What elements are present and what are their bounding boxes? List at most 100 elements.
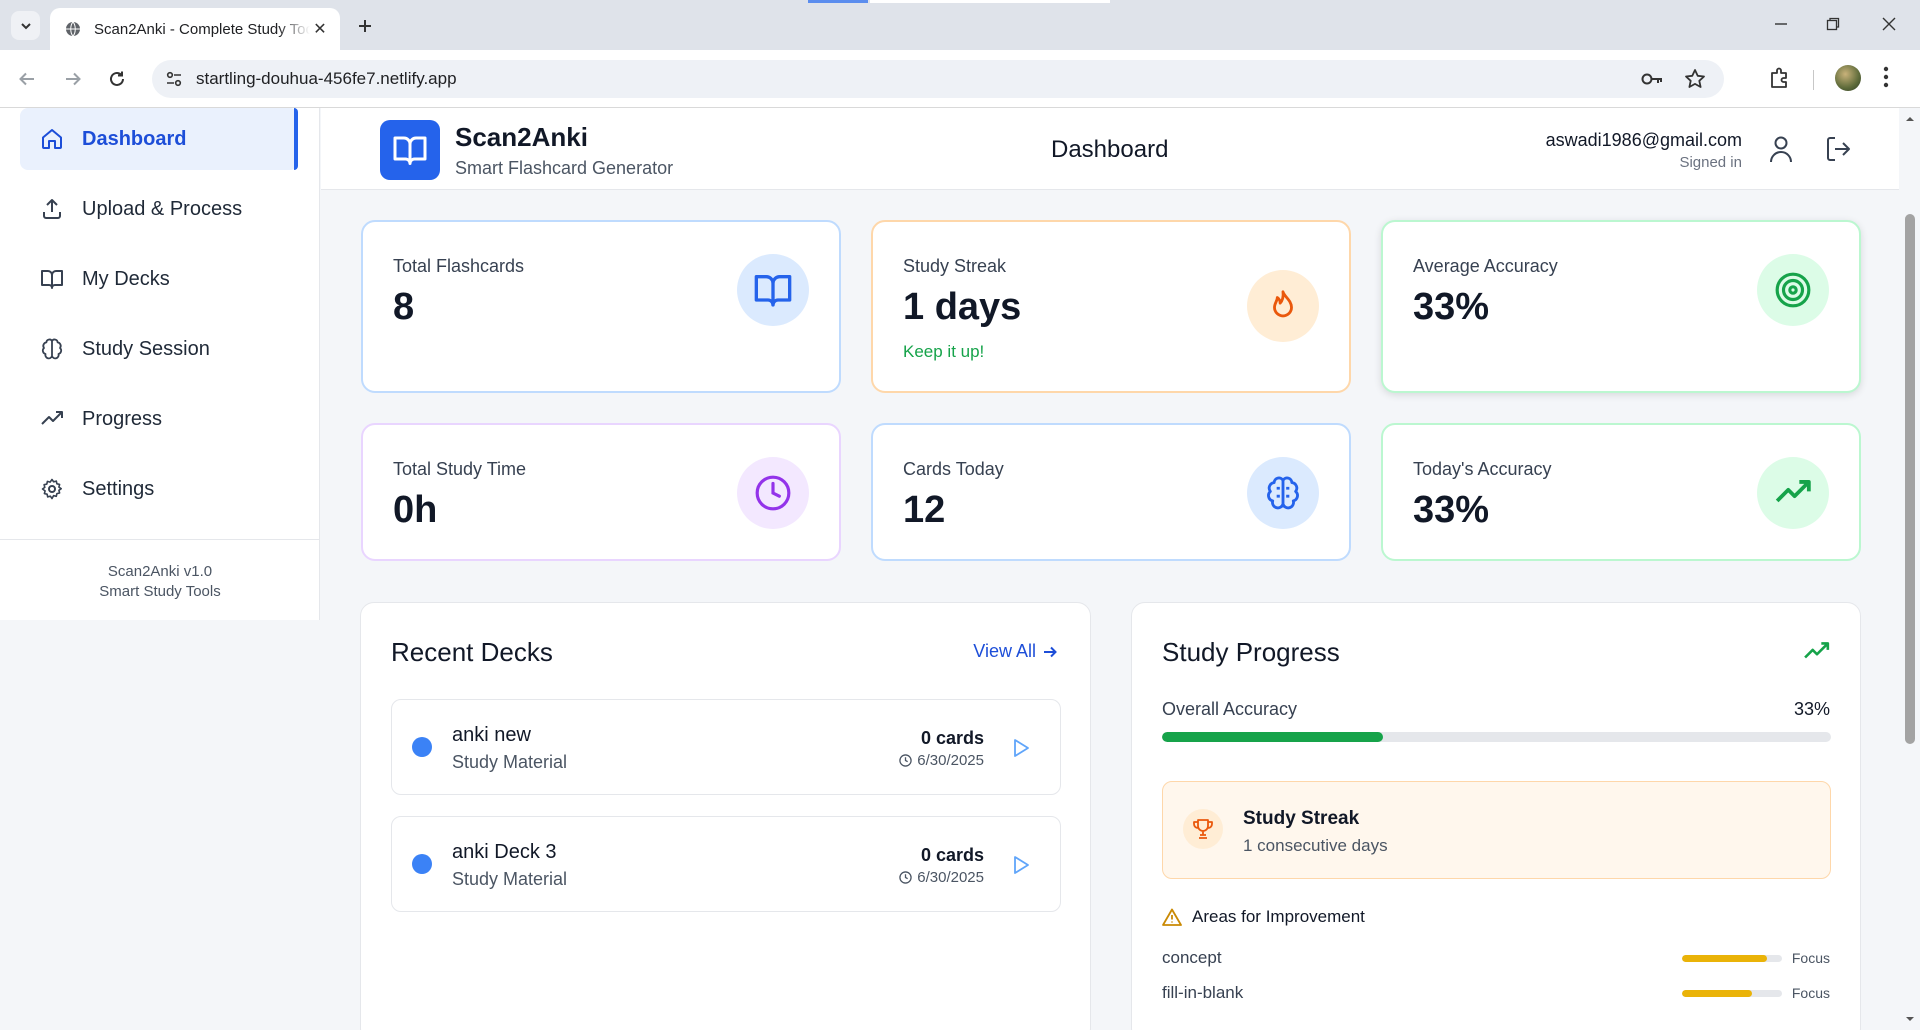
back-button[interactable] xyxy=(14,66,40,92)
stat-label: Study Streak xyxy=(903,256,1007,276)
page-scrollbar[interactable] xyxy=(1900,108,1920,1030)
deck-card-count: 0 cards xyxy=(920,845,984,865)
sidebar-item-dashboard[interactable]: Dashboard xyxy=(20,108,298,170)
stat-value: 12 xyxy=(903,489,946,531)
stat-value: 0h xyxy=(393,489,438,531)
stat-label: Total Study Time xyxy=(393,459,527,479)
profile-avatar[interactable] xyxy=(1835,65,1861,91)
sidebar-item-study-session[interactable]: Study Session xyxy=(20,318,298,380)
extensions-icon[interactable] xyxy=(1768,66,1792,90)
scrollbar-thumb[interactable] xyxy=(1905,214,1915,744)
stat-card-total-study-time: Total Study Time 0h xyxy=(361,423,841,561)
brand-subtitle: Smart Flashcard Generator xyxy=(455,158,674,178)
forward-button[interactable] xyxy=(60,66,86,92)
tab-close-icon[interactable]: ✕ xyxy=(310,19,330,39)
scroll-down-icon xyxy=(1906,1017,1914,1021)
password-key-icon[interactable] xyxy=(1640,68,1664,90)
plus-icon xyxy=(359,20,371,32)
user-profile-icon[interactable] xyxy=(1768,135,1794,163)
site-info-icon[interactable] xyxy=(162,67,186,91)
logout-icon[interactable] xyxy=(1824,135,1852,163)
restore-icon xyxy=(1826,17,1840,31)
brand-name: Scan2Anki xyxy=(455,122,588,152)
play-icon[interactable] xyxy=(1012,738,1030,758)
sidebar-item-label: Upload & Process xyxy=(82,197,243,220)
url-text[interactable]: startling-douhua-456fe7.netlify.app xyxy=(196,69,457,89)
reload-button[interactable] xyxy=(104,66,130,92)
new-tab-button[interactable] xyxy=(352,13,378,39)
stat-note: Keep it up! xyxy=(903,342,985,361)
overall-accuracy-value: 33% xyxy=(1793,699,1830,719)
arrow-right-icon xyxy=(66,72,81,86)
stat-label: Today's Accuracy xyxy=(1413,459,1552,479)
minimize-button[interactable] xyxy=(1767,12,1795,36)
clock-icon xyxy=(737,457,809,529)
play-icon[interactable] xyxy=(1012,855,1030,875)
tab-title: Scan2Anki - Complete Study Tools xyxy=(94,20,310,38)
tab-search-button[interactable] xyxy=(11,11,40,40)
view-all-link[interactable]: View All xyxy=(973,641,1058,662)
scroll-up-icon xyxy=(1906,117,1914,121)
page-title: Dashboard xyxy=(1051,136,1169,163)
toolbar-divider xyxy=(1813,70,1814,90)
browser-toolbar: startling-douhua-456fe7.netlify.app xyxy=(0,50,1920,108)
stat-card-average-accuracy: Average Accuracy 33% xyxy=(1381,220,1861,393)
sidebar-item-upload[interactable]: Upload & Process xyxy=(20,178,298,240)
close-window-button[interactable] xyxy=(1875,12,1903,36)
sidebar-item-my-decks[interactable]: My Decks xyxy=(20,248,298,310)
clock-icon xyxy=(899,754,912,767)
app-viewport: Dashboard Upload & Process My Decks Stud… xyxy=(0,108,1920,1030)
streak-box: Study Streak 1 consecutive days xyxy=(1162,781,1831,879)
stat-value: 1 days xyxy=(903,286,1022,328)
deck-name: anki new xyxy=(452,724,531,746)
sidebar-item-progress[interactable]: Progress xyxy=(20,388,298,450)
streak-text: 1 consecutive days xyxy=(1243,836,1388,855)
flame-icon xyxy=(1247,270,1319,342)
sidebar-item-label: Study Session xyxy=(82,337,210,360)
stat-value: 8 xyxy=(393,286,415,328)
area-name: fill-in-blank xyxy=(1162,983,1244,1002)
sidebar-footer: Scan2Anki v1.0 Smart Study Tools xyxy=(0,539,320,602)
stat-card-total-flashcards: Total Flashcards 8 xyxy=(361,220,841,393)
deck-row[interactable]: anki new Study Material 0 cards 6/30/202… xyxy=(391,699,1061,795)
gear-icon xyxy=(40,477,64,501)
brain-icon xyxy=(1247,457,1319,529)
deck-row[interactable]: anki Deck 3 Study Material 0 cards 6/30/… xyxy=(391,816,1061,912)
address-bar[interactable]: startling-douhua-456fe7.netlify.app xyxy=(152,60,1724,98)
deck-color-dot xyxy=(412,737,432,757)
brain-icon xyxy=(40,337,64,361)
app-version: Scan2Anki v1.0 xyxy=(107,563,213,580)
sidebar-item-label: Settings xyxy=(82,477,155,500)
stat-card-study-streak: Study Streak 1 days Keep it up! xyxy=(871,220,1351,393)
bookmark-star-icon[interactable] xyxy=(1684,68,1706,90)
deck-type: Study Material xyxy=(452,869,568,889)
book-open-icon xyxy=(737,254,809,326)
sidebar: Dashboard Upload & Process My Decks Stud… xyxy=(0,108,320,620)
area-bar-fill xyxy=(1682,955,1767,962)
areas-header: Areas for Improvement xyxy=(1162,907,1365,927)
overall-accuracy-fill xyxy=(1162,732,1383,742)
sidebar-item-settings[interactable]: Settings xyxy=(20,458,298,520)
stat-label: Average Accuracy xyxy=(1413,256,1558,276)
tab-strip-highlight xyxy=(870,0,1110,3)
browser-menu-icon[interactable] xyxy=(1883,66,1889,88)
stat-value: 33% xyxy=(1413,489,1490,531)
sidebar-item-label: Dashboard xyxy=(82,127,187,150)
target-icon xyxy=(1757,254,1829,326)
app-header: Scan2Anki Smart Flashcard Generator Dash… xyxy=(321,108,1899,190)
stat-label: Total Flashcards xyxy=(393,256,525,276)
deck-name: anki Deck 3 xyxy=(452,841,557,863)
warning-icon xyxy=(1162,908,1182,926)
stat-label: Cards Today xyxy=(903,459,1004,479)
browser-tab[interactable]: Scan2Anki - Complete Study Tools ✕ xyxy=(50,8,340,50)
area-bar xyxy=(1682,990,1782,997)
reload-icon xyxy=(110,71,124,86)
deck-date-text: 6/30/2025 xyxy=(917,752,984,769)
overall-accuracy-label: Overall Accuracy xyxy=(1162,699,1298,719)
area-tag: Focus xyxy=(1791,985,1830,1001)
stat-card-todays-accuracy: Today's Accuracy 33% xyxy=(1381,423,1861,561)
deck-date: 6/30/2025 xyxy=(899,869,984,886)
view-all-label[interactable]: View All xyxy=(973,641,1036,662)
user-email: aswadi1986@gmail.com xyxy=(1545,130,1742,150)
restore-button[interactable] xyxy=(1819,12,1847,36)
